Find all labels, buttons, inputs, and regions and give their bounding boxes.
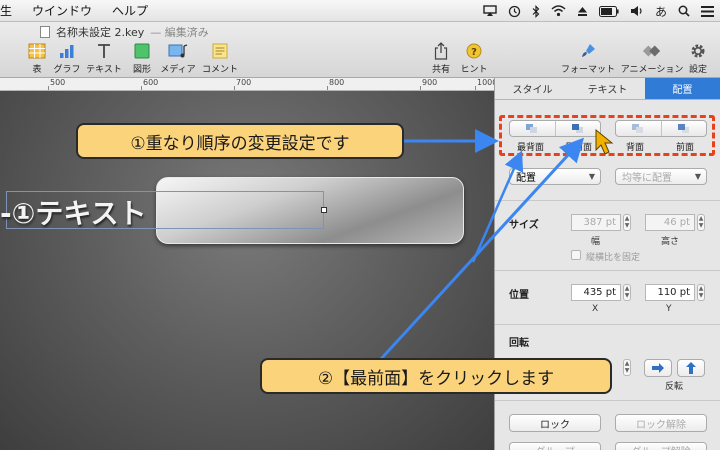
- tab-style[interactable]: スタイル: [495, 78, 570, 99]
- table-icon: [28, 43, 46, 59]
- width-label: 幅: [591, 237, 601, 247]
- volume-icon[interactable]: [630, 5, 644, 17]
- chevron-down-icon: ▼: [694, 172, 701, 181]
- callout-2: ②【最前面】をクリックします: [260, 358, 612, 394]
- tab-arrange[interactable]: 配置: [645, 78, 720, 99]
- inspector-tabs: スタイル テキスト 配置: [495, 78, 720, 100]
- settings-button[interactable]: 設定: [680, 42, 716, 75]
- media-icon: [168, 44, 188, 58]
- animation-icon: [642, 45, 661, 57]
- svg-text:?: ?: [471, 47, 477, 58]
- document-icon: [40, 26, 50, 38]
- menu-extras: あ: [483, 0, 714, 22]
- position-x-stepper[interactable]: ▲ ▼: [623, 284, 631, 301]
- arrow-up-icon: [686, 362, 696, 374]
- share-icon: [434, 42, 448, 60]
- comment-icon: [212, 43, 228, 59]
- menu-bar: 生 ウインドウ ヘルプ あ: [0, 0, 720, 22]
- highlight-box: [499, 115, 715, 156]
- wifi-icon[interactable]: [551, 5, 566, 17]
- document-name: 名称未設定 2.key: [56, 26, 145, 39]
- time-machine-icon[interactable]: [508, 5, 521, 18]
- spotlight-search-icon[interactable]: [678, 5, 690, 17]
- constrain-proportions-checkbox[interactable]: [571, 250, 581, 260]
- text-button[interactable]: テキスト: [83, 42, 125, 75]
- callout-1: ①重なり順序の変更設定です: [76, 123, 404, 159]
- rotate-stepper[interactable]: ▲ ▼: [623, 359, 631, 376]
- text-icon: [98, 44, 110, 58]
- hint-button[interactable]: ? ヒント: [453, 42, 495, 75]
- animation-button[interactable]: アニメーション: [621, 42, 683, 75]
- gear-icon: [691, 44, 705, 58]
- notification-center-icon[interactable]: [701, 5, 714, 17]
- rotate-label: 回転: [509, 338, 529, 349]
- help-icon: ?: [466, 43, 482, 59]
- height-label: 高さ: [661, 237, 680, 247]
- unlock-button[interactable]: ロック解除: [615, 414, 707, 432]
- comment-button[interactable]: コメント: [199, 42, 241, 75]
- height-field[interactable]: 46 pt: [645, 214, 695, 231]
- slide-text[interactable]: -①テキスト: [0, 192, 147, 232]
- distribute-select[interactable]: 均等に配置 ▼: [615, 168, 707, 185]
- input-method-indicator[interactable]: あ: [655, 3, 667, 20]
- tab-text[interactable]: テキスト: [570, 78, 645, 99]
- edited-status: — 編集済み: [150, 26, 209, 39]
- menu-item-window[interactable]: ウインドウ: [32, 2, 92, 19]
- position-y-stepper[interactable]: ▲ ▼: [697, 284, 705, 301]
- shape-icon: [134, 43, 150, 59]
- y-label: Y: [666, 304, 672, 314]
- flip-vertical-button[interactable]: [677, 359, 705, 377]
- arrow-right-icon: [652, 363, 664, 373]
- position-y-field[interactable]: 110 pt: [645, 284, 695, 301]
- constrain-proportions-label: 縦横比を固定: [586, 253, 641, 263]
- lock-button[interactable]: ロック: [509, 414, 601, 432]
- align-select[interactable]: 配置 ▼: [509, 168, 601, 185]
- flip-horizontal-button[interactable]: [644, 359, 672, 377]
- bar-chart-icon: [60, 45, 74, 58]
- toolbar: 名称未設定 2.key — 編集済み 表 グラフ テキスト 図形 メディア コメ…: [0, 22, 720, 78]
- format-button[interactable]: フォーマット: [561, 42, 615, 75]
- ungroup-button[interactable]: グループ解除: [615, 442, 707, 450]
- size-label: サイズ: [509, 220, 539, 231]
- bluetooth-icon[interactable]: [532, 4, 540, 18]
- flip-label: 反転: [665, 382, 684, 392]
- chevron-down-icon: ▼: [588, 172, 595, 181]
- height-stepper[interactable]: ▲ ▼: [697, 214, 705, 231]
- eject-icon[interactable]: [577, 6, 588, 17]
- airplay-icon[interactable]: [483, 5, 497, 17]
- window-title: 名称未設定 2.key — 編集済み: [40, 24, 209, 40]
- position-label: 位置: [509, 290, 529, 301]
- menu-item-format[interactable]: 生: [0, 2, 12, 19]
- paintbrush-icon: [582, 44, 595, 57]
- battery-icon[interactable]: [598, 5, 619, 17]
- width-field[interactable]: 387 pt: [571, 214, 621, 231]
- width-stepper[interactable]: ▲ ▼: [623, 214, 631, 231]
- menu-item-help[interactable]: ヘルプ: [112, 2, 148, 19]
- group-button[interactable]: グループ: [509, 442, 601, 450]
- position-x-field[interactable]: 435 pt: [571, 284, 621, 301]
- resize-handle[interactable]: [321, 207, 327, 213]
- chart-button[interactable]: グラフ: [46, 42, 88, 75]
- horizontal-ruler: 500 600 700 800 900 1000: [0, 78, 497, 91]
- x-label: X: [592, 304, 599, 314]
- media-button[interactable]: メディア: [157, 42, 199, 75]
